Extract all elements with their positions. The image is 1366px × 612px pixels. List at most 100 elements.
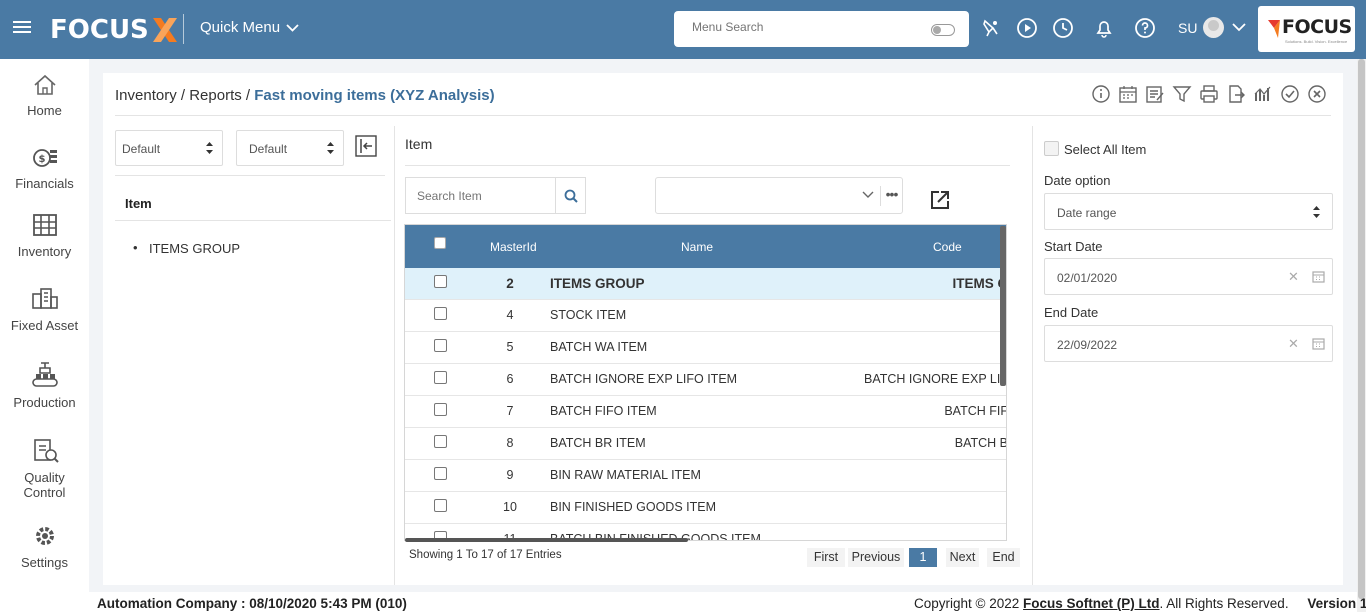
panel-divider <box>1032 126 1033 585</box>
pen-tool-icon[interactable] <box>980 17 1002 39</box>
pager-next-button[interactable]: Next <box>946 548 979 567</box>
table-row[interactable]: 10 BIN FINISHED GOODS ITEM <box>405 492 1006 524</box>
col-masterid[interactable]: MasterId <box>490 240 537 254</box>
table-row[interactable]: 8 BATCH BR ITEM BATCH B <box>405 428 1006 460</box>
calendar-icon[interactable] <box>1312 337 1325 350</box>
tree-item-items-group[interactable]: ITEMS GROUP <box>133 240 240 256</box>
clear-start-date-icon[interactable]: ✕ <box>1288 269 1299 285</box>
chart-icon[interactable] <box>1253 84 1273 104</box>
left-panel-title: Item <box>125 196 152 211</box>
row-checkbox[interactable] <box>434 275 447 288</box>
date-option-select[interactable]: Date range <box>1044 193 1333 230</box>
bell-icon[interactable] <box>1093 17 1115 39</box>
grid-panel-divider <box>405 165 1010 166</box>
row-checkbox[interactable] <box>434 435 447 448</box>
row-checkbox[interactable] <box>434 339 447 352</box>
footer-rights: . All Rights Reserved. <box>1159 596 1289 611</box>
filter-select-1[interactable]: Default <box>115 130 223 166</box>
table-row[interactable]: 2 ITEMS GROUP ITEMS G <box>405 268 1007 300</box>
end-date-field[interactable]: 22/09/2022 ✕ <box>1044 325 1333 362</box>
nav-inventory-label: Inventory <box>17 244 72 259</box>
table-row[interactable]: 6 BATCH IGNORE EXP LIFO ITEM BATCH IGNORE … <box>405 364 1006 396</box>
table-row[interactable]: 9 BIN RAW MATERIAL ITEM <box>405 460 1006 492</box>
cell-name: BATCH BR ITEM <box>550 436 646 450</box>
export-file-icon[interactable] <box>1226 84 1246 104</box>
grid-vertical-scrollbar[interactable] <box>1000 226 1006 386</box>
ok-icon[interactable] <box>1280 84 1300 104</box>
breadcrumb-reports[interactable]: Reports <box>189 87 242 104</box>
table-row[interactable]: 4 STOCK ITEM <box>405 300 1006 332</box>
chevron-down-icon <box>862 191 874 198</box>
user-initials[interactable]: SU <box>1178 20 1197 36</box>
date-option-label: Date option <box>1044 173 1111 188</box>
play-icon[interactable] <box>1016 17 1038 39</box>
page-scrollbar[interactable] <box>1357 59 1366 612</box>
table-row[interactable]: 7 BATCH FIFO ITEM BATCH FIF <box>405 396 1006 428</box>
grid-filter-combo[interactable]: ••• <box>655 177 903 214</box>
hamburger-menu-icon[interactable] <box>13 18 31 40</box>
grid-horizontal-scrollbar[interactable] <box>405 538 688 542</box>
avatar[interactable] <box>1203 17 1224 38</box>
pager-first-button[interactable]: First <box>807 548 845 567</box>
nav-quality-control[interactable]: Quality Control <box>0 436 89 500</box>
quick-menu-button[interactable]: Quick Menu <box>200 19 299 36</box>
footer-company-link[interactable]: Focus Softnet (P) Ltd <box>1023 596 1159 611</box>
cell-masterid: 6 <box>506 372 514 386</box>
row-checkbox[interactable] <box>434 499 447 512</box>
row-checkbox[interactable] <box>434 467 447 480</box>
breadcrumb-sep: / <box>180 87 186 104</box>
select-all-rows-checkbox[interactable] <box>434 237 446 249</box>
filter-icon[interactable] <box>1172 84 1192 104</box>
grid-panel-title: Item <box>405 136 433 152</box>
calendar-icon[interactable] <box>1118 84 1138 104</box>
focus-logo[interactable]: FOCUS <box>50 13 179 47</box>
open-external-icon[interactable] <box>929 189 951 211</box>
menu-search <box>674 11 969 47</box>
filter-select-1-value: Default <box>122 142 161 156</box>
more-options-button[interactable]: ••• <box>880 186 902 206</box>
search-button[interactable] <box>556 177 586 214</box>
filter-select-2[interactable]: Default <box>236 130 344 166</box>
info-icon[interactable] <box>1091 84 1111 104</box>
start-date-field[interactable]: 02/01/2020 ✕ <box>1044 258 1333 295</box>
pager-page-1[interactable]: 1 <box>909 548 937 567</box>
calendar-icon[interactable] <box>1312 270 1325 283</box>
search-item-input[interactable] <box>417 189 547 203</box>
cell-name: BATCH FIFO ITEM <box>550 404 657 418</box>
title-divider <box>115 115 1331 116</box>
close-icon[interactable] <box>1307 84 1327 104</box>
nav-inventory[interactable]: Inventory <box>0 212 89 259</box>
breadcrumb-inventory[interactable]: Inventory <box>115 87 177 104</box>
cell-name: BIN RAW MATERIAL ITEM <box>550 468 701 482</box>
sort-arrows-icon <box>327 142 334 154</box>
select-all-item-checkbox[interactable] <box>1044 141 1059 156</box>
col-code[interactable]: Code <box>933 240 962 254</box>
brand-text: FOCUS <box>1282 16 1352 38</box>
pager-end-button[interactable]: End <box>987 548 1020 567</box>
menu-search-input[interactable] <box>692 20 912 34</box>
print-icon[interactable] <box>1199 84 1219 104</box>
table-row[interactable]: 5 BATCH WA ITEM <box>405 332 1006 364</box>
notes-icon[interactable] <box>1145 84 1165 104</box>
svg-text:$: $ <box>38 154 45 165</box>
user-menu-chevron-icon[interactable] <box>1232 20 1246 34</box>
collapse-panel-icon[interactable] <box>355 135 377 157</box>
pager-previous-button[interactable]: Previous <box>848 548 904 567</box>
cell-name: STOCK ITEM <box>550 308 627 322</box>
coins-icon: $ <box>32 149 57 167</box>
row-checkbox[interactable] <box>434 403 447 416</box>
row-checkbox[interactable] <box>434 371 447 384</box>
clear-end-date-icon[interactable]: ✕ <box>1288 336 1299 352</box>
nav-settings[interactable]: Settings <box>0 523 89 570</box>
clock-icon[interactable] <box>1052 17 1074 39</box>
cell-masterid: 8 <box>506 436 514 450</box>
nav-financials[interactable]: $ Financials <box>0 144 89 191</box>
nav-fixed-asset[interactable]: Fixed Asset <box>0 286 89 333</box>
row-checkbox[interactable] <box>434 307 447 320</box>
col-name[interactable]: Name <box>681 240 713 254</box>
cell-code: ITEMS G <box>952 276 1007 291</box>
search-toggle[interactable] <box>931 24 955 36</box>
help-icon[interactable] <box>1134 17 1156 39</box>
nav-production[interactable]: Production <box>0 361 89 410</box>
nav-home[interactable]: Home <box>0 73 89 118</box>
